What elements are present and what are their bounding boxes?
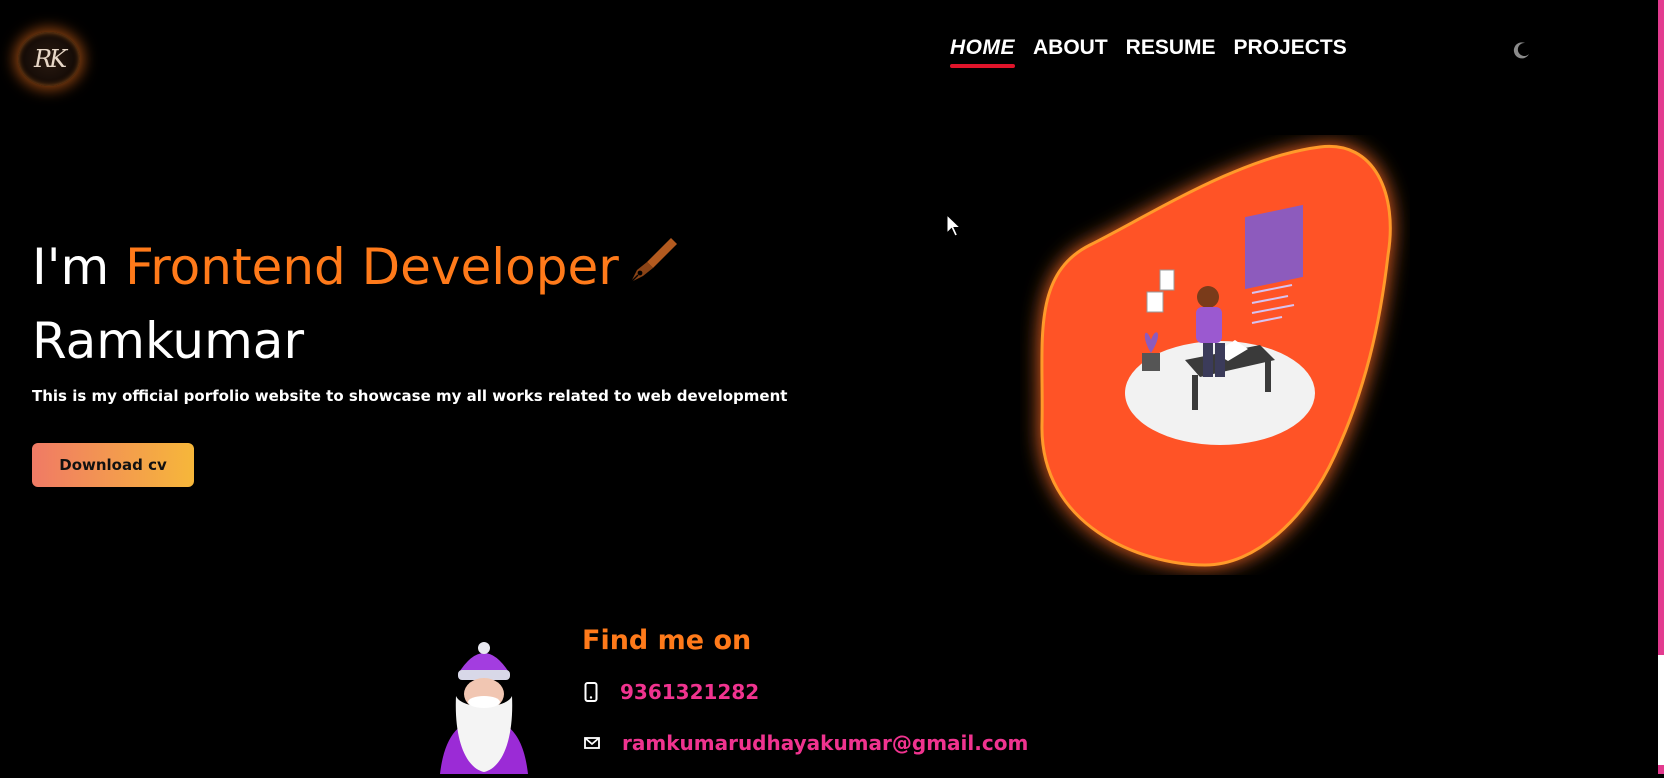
wizard-avatar [436,640,532,774]
site-logo[interactable]: RK [18,32,80,86]
nav-home[interactable]: HOME [950,36,1015,68]
hero-prefix: I'm [32,238,126,296]
hero-description: This is my official porfolio website to … [32,387,788,405]
contact-email-row: ramkumarudhayakumar@gmail.com [584,731,1028,755]
hero-role: Frontend Developer [125,238,619,296]
nav-resume[interactable]: RESUME [1126,36,1216,66]
moon-icon [1513,42,1529,59]
hero-title: I'm Frontend Developer Ramkumar [32,232,679,376]
theme-toggle[interactable] [1512,40,1532,60]
mouse-cursor-icon [946,213,962,242]
contact-phone-row: 9361321282 [584,680,759,704]
hero-name: Ramkumar [32,312,304,370]
logo-text: RK [34,45,67,73]
mobile-phone-icon [584,682,598,702]
nav-about[interactable]: ABOUT [1033,36,1108,66]
hero-illustration [1020,135,1410,575]
phone-number-link[interactable]: 9361321282 [620,680,759,704]
fountain-pen-icon [623,232,679,306]
email-link[interactable]: ramkumarudhayakumar@gmail.com [622,731,1028,755]
main-nav: HOME ABOUT RESUME PROJECTS [950,36,1347,68]
download-cv-button[interactable]: Download cv [32,443,194,487]
nav-projects[interactable]: PROJECTS [1234,36,1347,66]
scrollbar-thumb[interactable] [1658,655,1664,765]
mail-icon [584,737,600,749]
find-me-heading: Find me on [582,625,752,656]
